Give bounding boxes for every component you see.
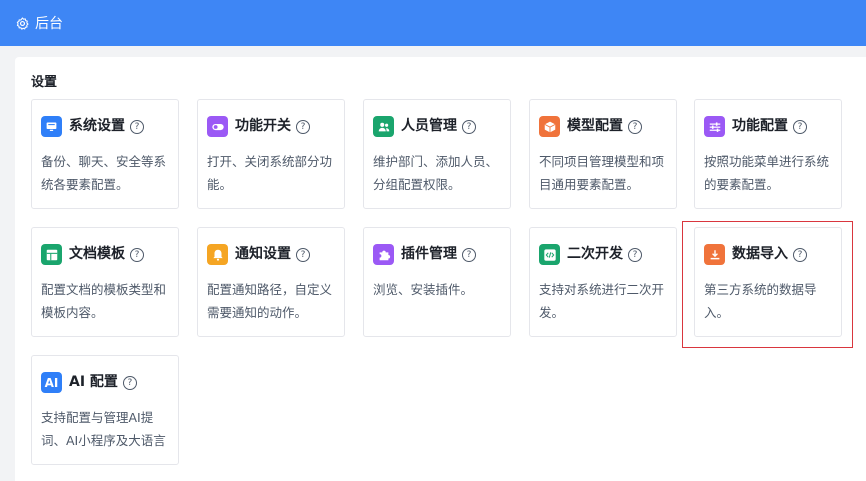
- puzzle-icon: [373, 244, 394, 265]
- help-icon[interactable]: ?: [462, 120, 476, 134]
- help-icon[interactable]: ?: [130, 248, 144, 262]
- code-icon: [539, 244, 560, 265]
- help-icon[interactable]: ?: [628, 248, 642, 262]
- card-description: 支持对系统进行二次开发。: [539, 282, 665, 320]
- card-feature-switch[interactable]: 功能开关? 打开、关闭系统部分功能。: [197, 99, 345, 209]
- help-icon[interactable]: ?: [793, 120, 807, 134]
- card-description: 不同项目管理模型和项目通用要素配置。: [539, 154, 665, 192]
- card-description: 备份、聊天、安全等系统各要素配置。: [41, 154, 167, 192]
- users-icon: [373, 116, 394, 137]
- card-title: 二次开发: [567, 246, 623, 262]
- card-secondary-development[interactable]: 二次开发? 支持对系统进行二次开发。: [529, 227, 677, 337]
- toggle-icon: [207, 116, 228, 137]
- settings-panel: 设置 系统设置? 备份、聊天、安全等系统各要素配置。 功能开关? 打开、关闭系统…: [15, 57, 866, 481]
- card-title: 功能开关: [235, 118, 291, 134]
- card-title: 功能配置: [732, 118, 788, 134]
- ai-icon: AI: [41, 372, 62, 393]
- card-title: 通知设置: [235, 246, 291, 262]
- card-title: AI 配置: [69, 374, 118, 390]
- section-title: 设置: [31, 75, 58, 90]
- card-description: 配置通知路径，自定义需要通知的动作。: [207, 282, 333, 320]
- card-title: 模型配置: [567, 118, 623, 134]
- card-description: 维护部门、添加人员、分组配置权限。: [373, 154, 499, 192]
- sliders-icon: [704, 116, 725, 137]
- bell-icon: [207, 244, 228, 265]
- help-icon[interactable]: ?: [462, 248, 476, 262]
- card-description: 支持配置与管理AI提词、AI小程序及大语言: [41, 410, 166, 448]
- help-icon[interactable]: ?: [130, 120, 144, 134]
- card-title: 文档模板: [69, 246, 125, 262]
- monitor-icon: [41, 116, 62, 137]
- card-title: 数据导入: [732, 246, 788, 262]
- help-icon[interactable]: ?: [296, 248, 310, 262]
- help-icon[interactable]: ?: [628, 120, 642, 134]
- help-icon[interactable]: ?: [793, 248, 807, 262]
- header-title: 后台: [35, 16, 63, 32]
- card-notification-settings[interactable]: 通知设置? 配置通知路径，自定义需要通知的动作。: [197, 227, 345, 337]
- card-data-import[interactable]: 数据导入? 第三方系统的数据导入。: [694, 227, 842, 337]
- card-ai-config[interactable]: AI AI 配置? 支持配置与管理AI提词、AI小程序及大语言: [31, 355, 179, 465]
- card-description: 浏览、安装插件。: [373, 282, 474, 297]
- card-title: 人员管理: [401, 118, 457, 134]
- card-title: 插件管理: [401, 246, 457, 262]
- cube-icon: [539, 116, 560, 137]
- card-description: 第三方系统的数据导入。: [704, 282, 817, 320]
- card-document-template[interactable]: 文档模板? 配置文档的模板类型和模板内容。: [31, 227, 179, 337]
- help-icon[interactable]: ?: [296, 120, 310, 134]
- card-system-settings[interactable]: 系统设置? 备份、聊天、安全等系统各要素配置。: [31, 99, 179, 209]
- card-description: 打开、关闭系统部分功能。: [207, 154, 333, 192]
- download-icon: [704, 244, 725, 265]
- card-description: 按照功能菜单进行系统的要素配置。: [704, 154, 830, 192]
- card-description: 配置文档的模板类型和模板内容。: [41, 282, 167, 320]
- gear-icon: [16, 16, 29, 30]
- top-header: 后台: [0, 0, 866, 46]
- help-icon[interactable]: ?: [122, 376, 137, 390]
- card-title: 系统设置: [69, 118, 125, 134]
- card-personnel[interactable]: 人员管理? 维护部门、添加人员、分组配置权限。: [363, 99, 511, 209]
- card-function-config[interactable]: 功能配置? 按照功能菜单进行系统的要素配置。: [694, 99, 842, 209]
- card-model-config[interactable]: 模型配置? 不同项目管理模型和项目通用要素配置。: [529, 99, 677, 209]
- template-icon: [41, 244, 62, 265]
- card-plugin-management[interactable]: 插件管理? 浏览、安装插件。: [363, 227, 511, 337]
